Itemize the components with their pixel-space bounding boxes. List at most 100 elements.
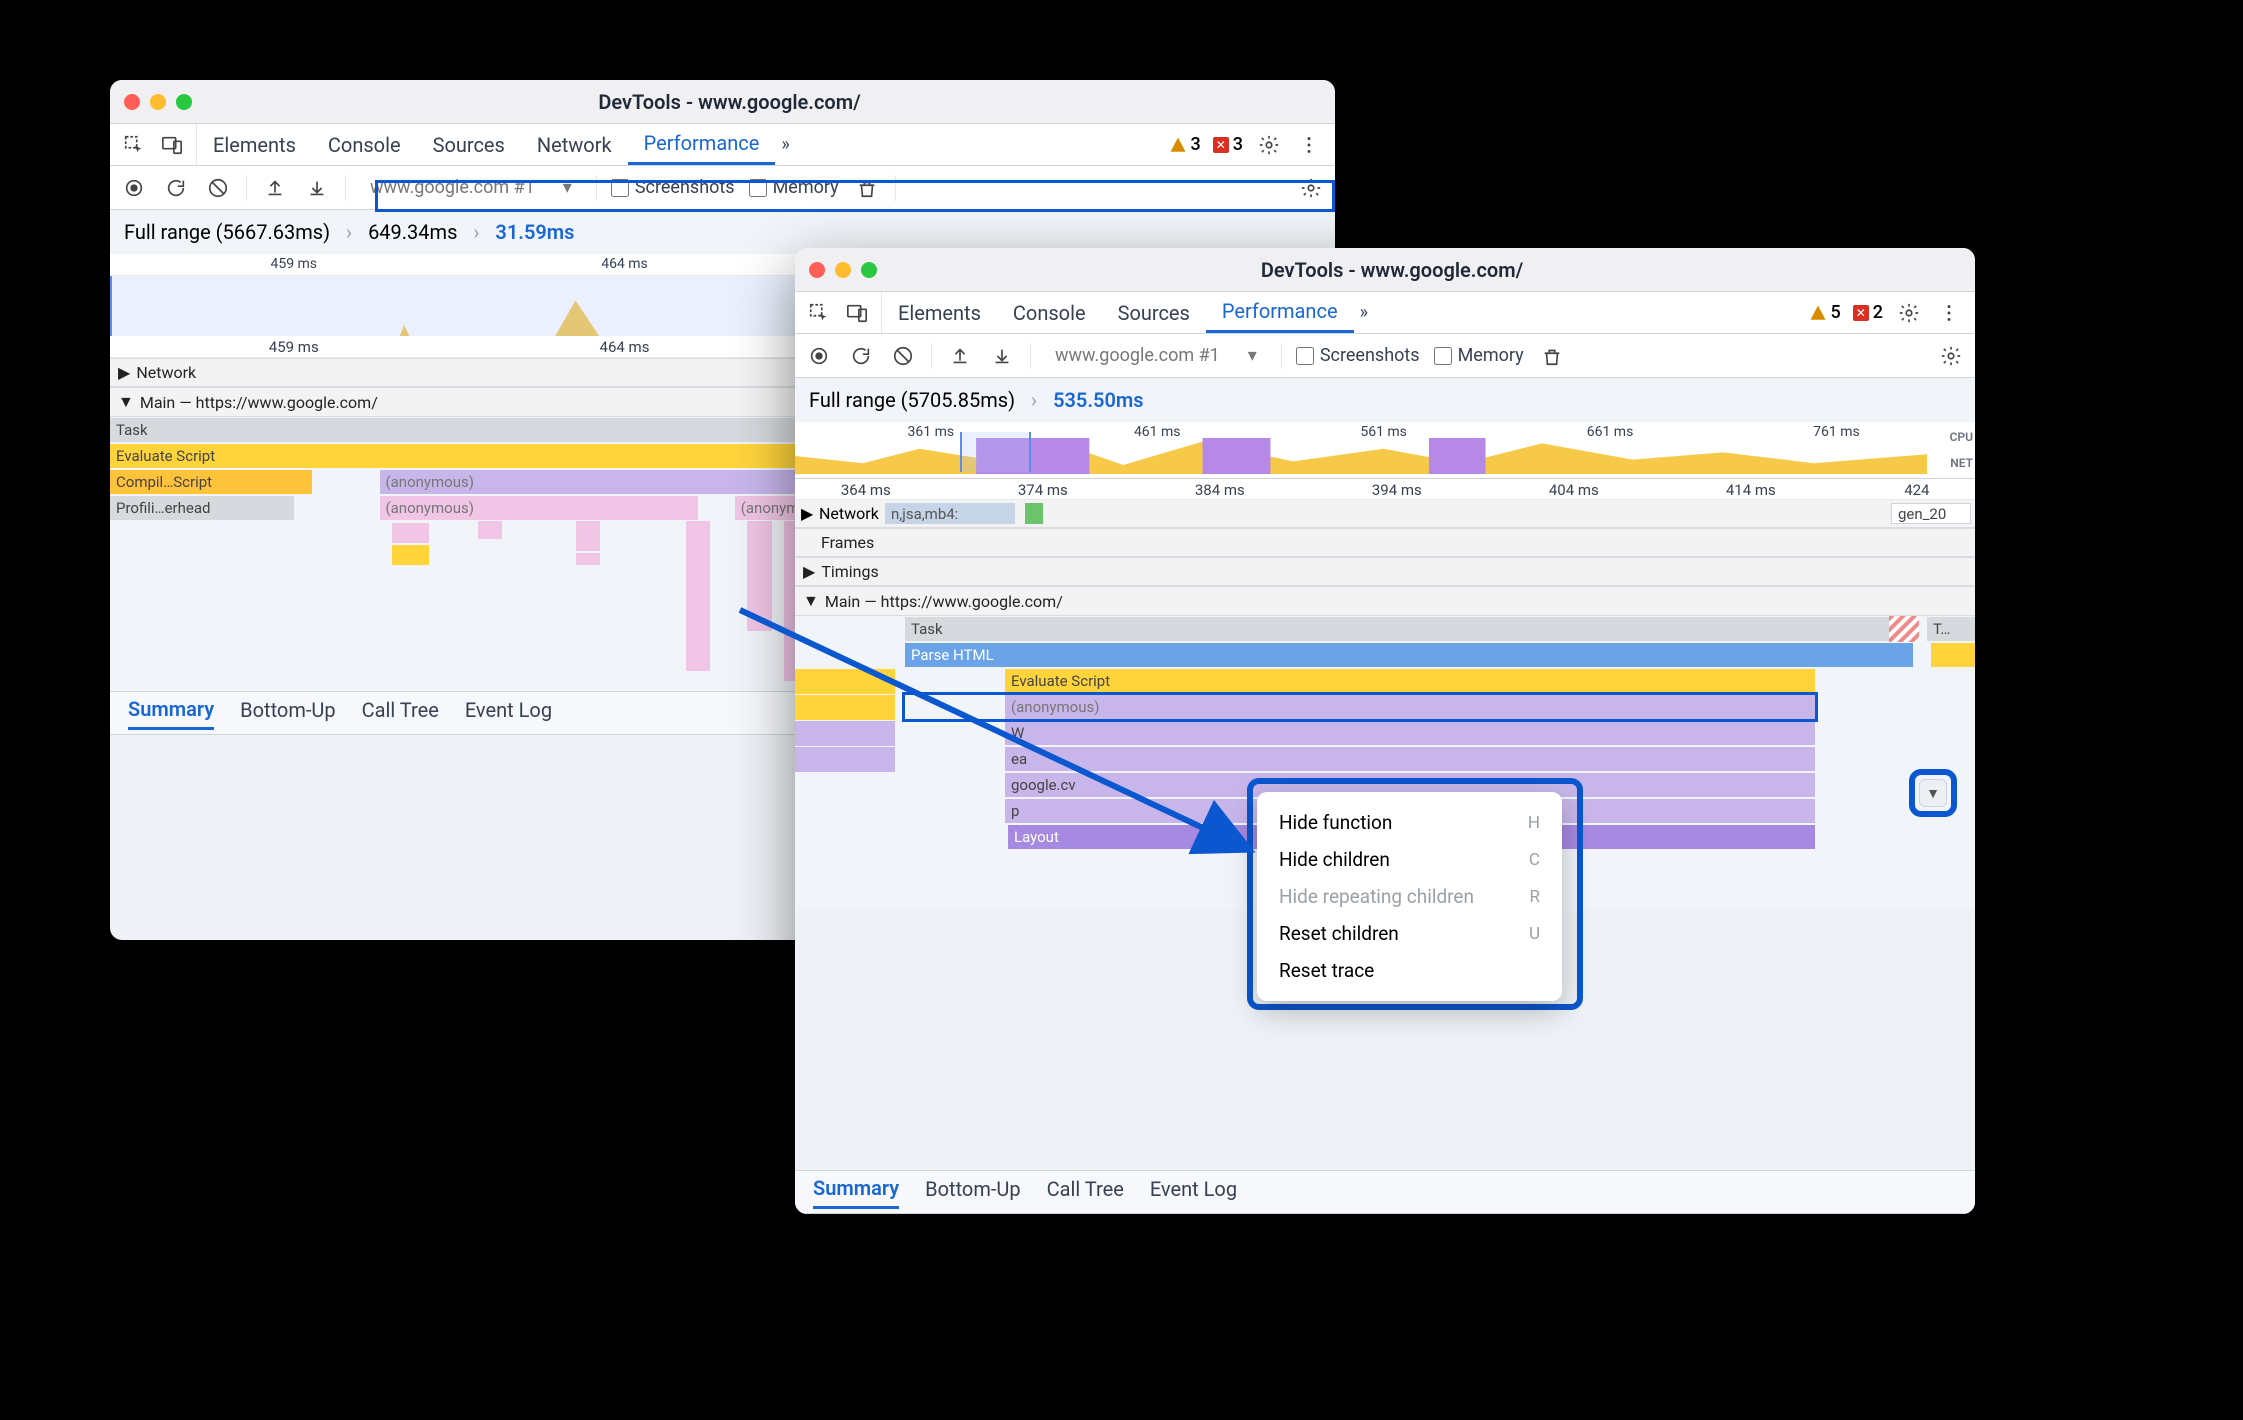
more-icon[interactable] [1935,299,1963,327]
screenshots-checkbox[interactable]: Screenshots [611,177,735,198]
warnings-badge[interactable]: 5 [1809,302,1841,323]
settings-icon[interactable] [1895,299,1923,327]
crumb-mid[interactable]: 649.34ms [368,220,457,244]
tab-elements[interactable]: Elements [882,292,997,333]
track-timings[interactable]: ▶Timings [795,557,1975,586]
zoom-window-button[interactable] [176,94,192,110]
menu-reset-children[interactable]: Reset childrenU [1257,915,1562,952]
crumb-full[interactable]: Full range (5667.63ms) [124,220,330,244]
settings-icon[interactable] [1255,131,1283,159]
inspect-element-icon[interactable] [805,299,833,327]
download-trace-icon[interactable] [303,174,331,202]
menu-hide-children[interactable]: Hide childrenC [1257,841,1562,878]
flame-bar-compile-script[interactable]: Compil…Script [110,470,312,494]
network-request-bar[interactable]: n,jsa,mb4: [885,503,1015,524]
upload-trace-icon[interactable] [261,174,289,202]
tab-event-log[interactable]: Event Log [1150,1177,1237,1207]
tab-bottom-up[interactable]: Bottom-Up [925,1177,1020,1207]
titlebar[interactable]: DevTools - www.google.com/ [110,80,1335,124]
close-window-button[interactable] [809,262,825,278]
track-network[interactable]: ▶ Network n,jsa,mb4: gen_20 [795,500,1975,528]
expand-icon[interactable]: ▶ [803,562,815,581]
menu-reset-trace[interactable]: Reset trace [1257,952,1562,989]
device-toggle-icon[interactable] [158,131,186,159]
track-main[interactable]: ▼Main — https://www.google.com/ [795,586,1975,616]
net-label: NET [1950,456,1973,470]
chevron-right-icon: › [473,220,479,244]
zoom-window-button[interactable] [861,262,877,278]
divider [246,175,247,201]
screenshots-checkbox[interactable]: Screenshots [1296,345,1420,366]
clear-button[interactable] [889,342,917,370]
minimize-window-button[interactable] [150,94,166,110]
flame-bar-parse-html[interactable]: Parse HTML [905,643,1913,667]
close-window-button[interactable] [124,94,140,110]
reload-record-button[interactable] [847,342,875,370]
tab-call-tree[interactable]: Call Tree [362,698,439,728]
capture-settings-icon[interactable] [1297,174,1325,202]
window-title: DevTools - www.google.com/ [200,90,1259,114]
tab-summary[interactable]: Summary [128,697,214,730]
flame-bar-anonymous[interactable]: (anonymous) [1005,695,1815,719]
network-request-bar[interactable]: gen_20 [1891,503,1971,524]
cpu-overview-chart[interactable]: 361 ms 461 ms 561 ms 661 ms 761 ms CPU N… [795,422,1975,478]
errors-badge[interactable]: ✕ 3 [1213,134,1243,155]
clear-button[interactable] [204,174,232,202]
flame-bar-evaluate-script[interactable]: Evaluate Script [1005,669,1815,693]
crumb-current: 31.59ms [495,220,574,244]
entry-dropdown-button[interactable]: ▼ [1919,779,1947,807]
tab-performance[interactable]: Performance [628,124,776,165]
flame-bar-w[interactable]: W [1005,721,1815,745]
gc-icon[interactable] [1538,342,1566,370]
inspect-element-icon[interactable] [120,131,148,159]
upload-trace-icon[interactable] [946,342,974,370]
gc-icon[interactable] [853,174,881,202]
track-frames[interactable]: Frames [795,528,1975,557]
tab-sources[interactable]: Sources [417,124,521,165]
recording-selector[interactable]: www.google.com #1 ▾ [360,175,582,200]
memory-checkbox[interactable]: Memory [1434,345,1524,366]
record-button[interactable] [805,342,833,370]
expand-icon[interactable]: ▼ [118,392,134,412]
crumb-current: 535.50ms [1053,388,1143,412]
recording-selector[interactable]: www.google.com #1 ▾ [1045,343,1267,368]
flame-bar-anonymous[interactable]: (anonymous) [380,496,699,520]
warnings-badge[interactable]: 3 [1169,134,1201,155]
crumb-full[interactable]: Full range (5705.85ms) [809,388,1015,412]
flame-bar-profiling-overhead[interactable]: Profili…erhead [110,496,294,520]
overview-selection[interactable] [960,432,1031,472]
flame-bar-ea[interactable]: ea [1005,747,1815,771]
flame-bar-task[interactable]: T… [1927,617,1975,641]
tab-event-log[interactable]: Event Log [465,698,552,728]
errors-badge[interactable]: ✕ 2 [1853,302,1883,323]
tab-bottom-up[interactable]: Bottom-Up [240,698,335,728]
device-toggle-icon[interactable] [843,299,871,327]
reload-record-button[interactable] [162,174,190,202]
memory-checkbox[interactable]: Memory [749,177,839,198]
menu-hide-function[interactable]: Hide functionH [1257,804,1562,841]
network-request-bar[interactable] [1025,503,1043,524]
tab-console[interactable]: Console [312,124,417,165]
expand-icon[interactable]: ▶ [118,363,130,382]
panel-tabstrip: Elements Console Sources Network Perform… [110,124,1335,166]
flame-bar-task[interactable]: Task [905,617,1913,641]
titlebar[interactable]: DevTools - www.google.com/ [795,248,1975,292]
more-tabs-icon[interactable]: » [1354,302,1374,323]
tab-sources[interactable]: Sources [1102,292,1206,333]
tab-summary[interactable]: Summary [813,1176,899,1209]
capture-settings-icon[interactable] [1937,342,1965,370]
tab-network[interactable]: Network [521,124,628,165]
expand-icon[interactable]: ▶ [801,504,813,523]
tab-elements[interactable]: Elements [197,124,312,165]
more-icon[interactable] [1295,131,1323,159]
tab-call-tree[interactable]: Call Tree [1047,1177,1124,1207]
panel-tabstrip: Elements Console Sources Performance » 5… [795,292,1975,334]
download-trace-icon[interactable] [988,342,1016,370]
more-tabs-icon[interactable]: » [775,134,795,155]
expand-icon[interactable]: ▼ [803,591,819,611]
flame-bar[interactable] [1931,643,1975,667]
tab-performance[interactable]: Performance [1206,292,1354,333]
record-button[interactable] [120,174,148,202]
minimize-window-button[interactable] [835,262,851,278]
tab-console[interactable]: Console [997,292,1102,333]
